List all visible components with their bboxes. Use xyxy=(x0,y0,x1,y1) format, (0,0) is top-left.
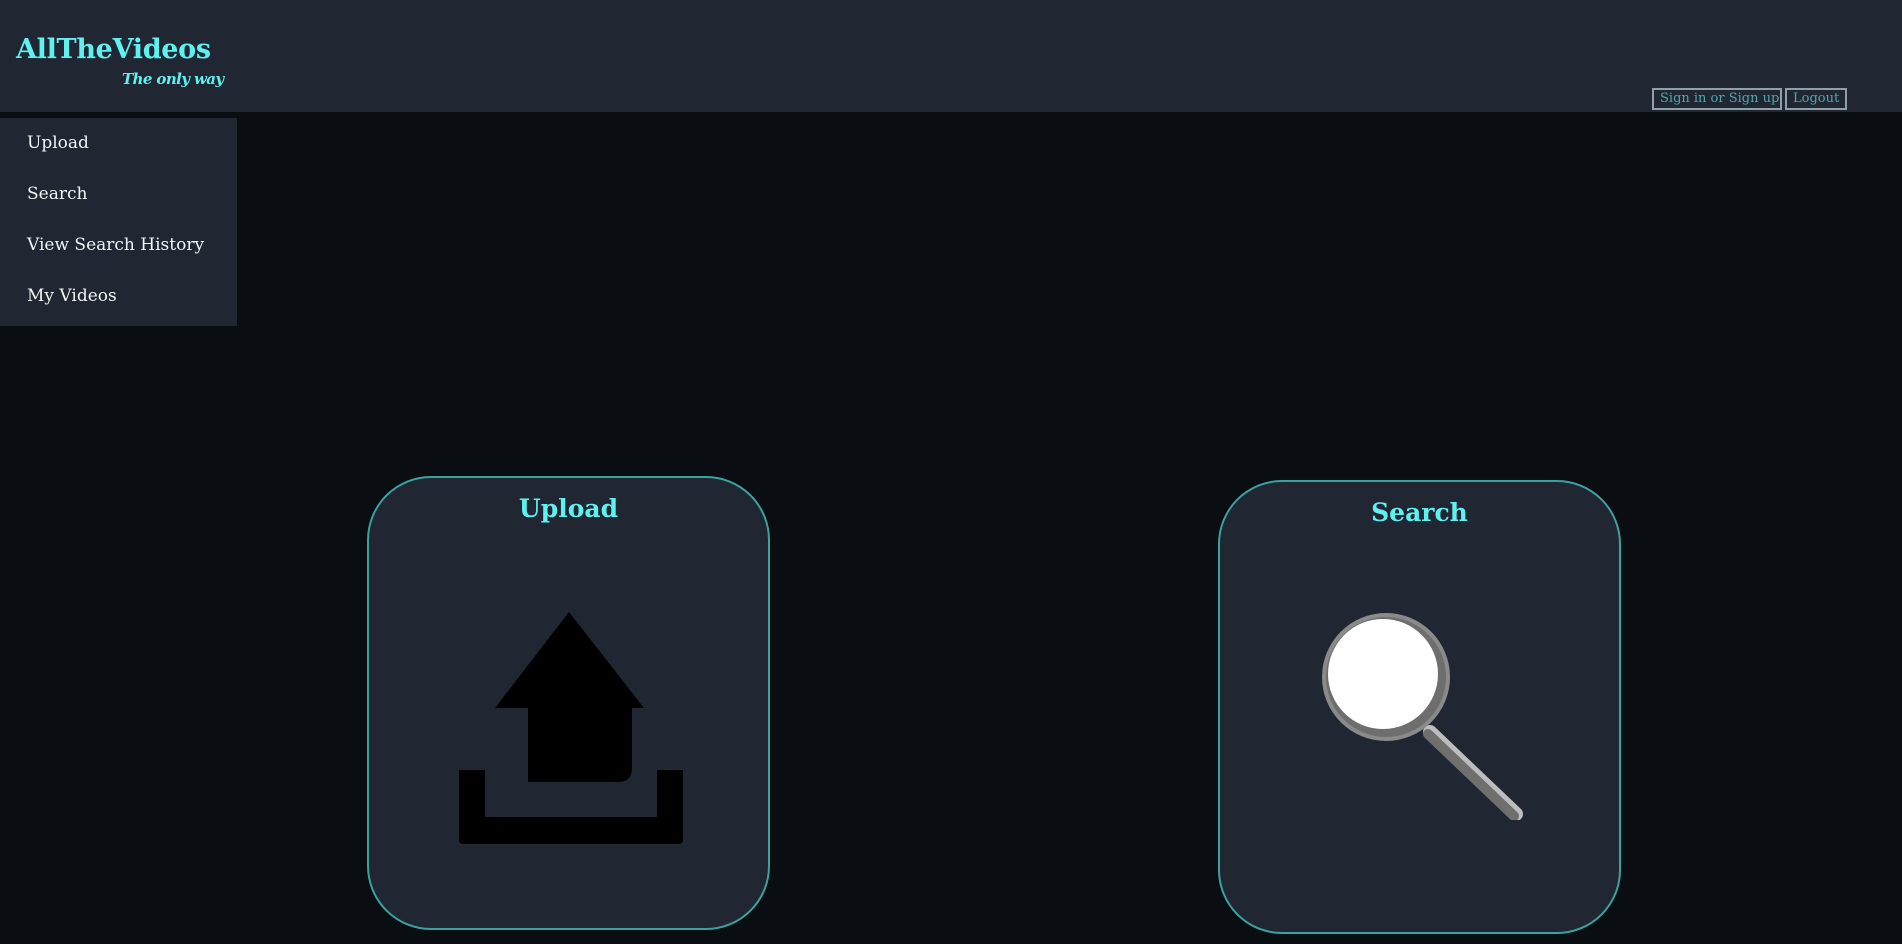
sidebar-item-view-search-history[interactable]: View Search History xyxy=(27,235,204,255)
logout-button[interactable]: Logout xyxy=(1785,88,1847,110)
upload-card-title: Upload xyxy=(518,494,619,523)
sidebar-menu: Upload Search View Search History My Vid… xyxy=(0,118,237,326)
sidebar-item-search[interactable]: Search xyxy=(27,184,87,204)
top-header: AllTheVideos The only way Sign in or Sig… xyxy=(0,0,1902,112)
app-tagline: The only way xyxy=(122,70,224,88)
app-logo-title[interactable]: AllTheVideos xyxy=(16,34,211,65)
sidebar-item-my-videos[interactable]: My Videos xyxy=(27,286,117,306)
sign-in-button[interactable]: Sign in or Sign up xyxy=(1652,88,1782,110)
magnifying-glass-icon xyxy=(1322,613,1523,820)
sidebar-item-upload[interactable]: Upload xyxy=(27,133,89,153)
search-card-title: Search xyxy=(1371,498,1468,527)
upload-card[interactable]: Upload xyxy=(367,476,770,930)
upload-icon xyxy=(459,612,683,844)
search-card[interactable]: Search xyxy=(1218,480,1621,934)
